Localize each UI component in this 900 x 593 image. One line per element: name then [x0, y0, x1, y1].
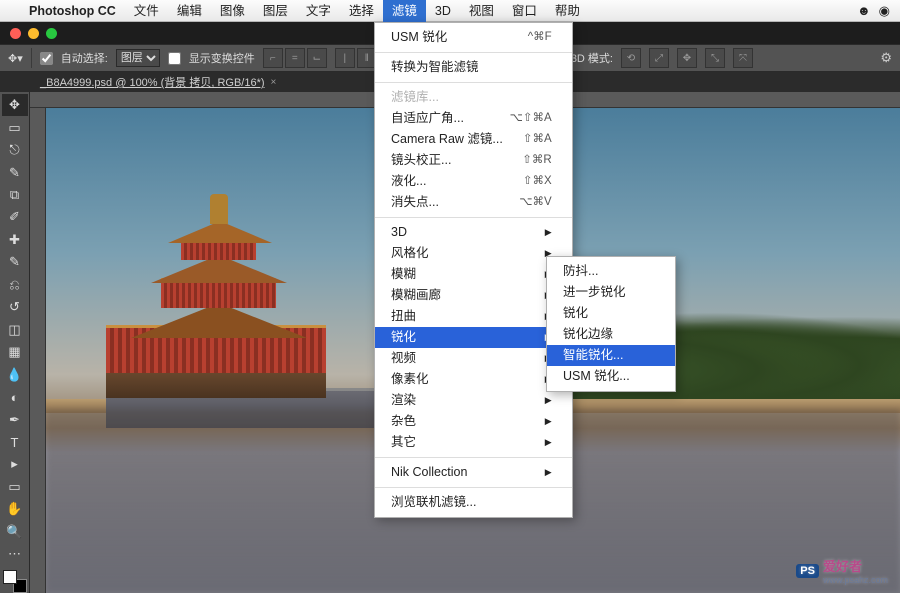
menu-filter[interactable]: 滤镜 — [383, 0, 426, 22]
filter-stylize-submenu[interactable]: 风格化▶ — [375, 243, 572, 264]
blur-tool[interactable]: 💧 — [2, 363, 28, 385]
brush-tool[interactable]: ✎ — [2, 251, 28, 273]
mode-3d-label: 3D 模式: — [571, 50, 613, 66]
close-window-button[interactable] — [10, 28, 21, 39]
filter-lens-correction[interactable]: 镜头校正...⇧⌘R — [375, 150, 572, 171]
tool-panel: ✥ ▭ ⎋ ✎ ⧉ ✐ ✚ ✎ ⎌ ↺ ◫ ▦ 💧 ◐ ✒ T ▸ ▭ ✋ 🔍 … — [0, 92, 30, 593]
color-swatches[interactable] — [3, 570, 27, 593]
watermark-url: www.psahz.com — [823, 575, 888, 585]
options-gear-icon[interactable]: ⚙ — [880, 50, 892, 66]
menu-view[interactable]: 视图 — [460, 0, 503, 22]
menu-window[interactable]: 窗口 — [503, 0, 546, 22]
menu-help[interactable]: 帮助 — [546, 0, 589, 22]
marquee-tool[interactable]: ▭ — [2, 116, 28, 138]
zoom-tool[interactable]: 🔍 — [2, 521, 28, 543]
type-tool[interactable]: T — [2, 431, 28, 453]
filter-nik-collection[interactable]: Nik Collection▶ — [375, 462, 572, 483]
sharpen-smart[interactable]: 智能锐化... — [547, 345, 675, 366]
status-wechat-icon[interactable]: ☻ — [857, 3, 871, 18]
watermark-logo: PS — [796, 564, 819, 578]
filter-last-used[interactable]: USM 锐化^⌘F — [375, 27, 572, 48]
shape-tool[interactable]: ▭ — [2, 476, 28, 498]
pan-3d-button[interactable]: ✥ — [677, 48, 697, 68]
menu-image[interactable]: 图像 — [211, 0, 254, 22]
minimize-window-button[interactable] — [28, 28, 39, 39]
move-tool-indicator-icon: ✥▾ — [8, 52, 23, 65]
sharpen-edges[interactable]: 锐化边缘 — [547, 324, 675, 345]
filter-other-submenu[interactable]: 其它▶ — [375, 432, 572, 453]
filter-gallery: 滤镜库... — [375, 87, 572, 108]
crop-tool[interactable]: ⧉ — [2, 184, 28, 206]
clone-stamp-tool[interactable]: ⎌ — [2, 274, 28, 296]
path-select-tool[interactable]: ▸ — [2, 453, 28, 475]
watermark-title: 爱好者 — [823, 559, 862, 574]
sharpen-usm[interactable]: USM 锐化... — [547, 366, 675, 387]
slide-3d-button[interactable]: ⤡ — [705, 48, 725, 68]
gradient-tool[interactable]: ▦ — [2, 341, 28, 363]
close-tab-button[interactable]: × — [271, 77, 277, 88]
menu-layer[interactable]: 图层 — [254, 0, 297, 22]
align-vcenter-button[interactable]: = — [285, 48, 305, 68]
eraser-tool[interactable]: ◫ — [2, 319, 28, 341]
pen-tool[interactable]: ✒ — [2, 408, 28, 430]
roll-3d-button[interactable]: ⤢ — [649, 48, 669, 68]
auto-select-target[interactable]: 图层 — [116, 49, 160, 67]
sharpen-submenu: 防抖... 进一步锐化 锐化 锐化边缘 智能锐化... USM 锐化... — [546, 256, 676, 392]
filter-camera-raw[interactable]: Camera Raw 滤镜...⇧⌘A — [375, 129, 572, 150]
menu-type[interactable]: 文字 — [297, 0, 340, 22]
filter-noise-submenu[interactable]: 杂色▶ — [375, 411, 572, 432]
orbit-3d-button[interactable]: ⟲ — [621, 48, 641, 68]
sharpen-more[interactable]: 进一步锐化 — [547, 282, 675, 303]
history-brush-tool[interactable]: ↺ — [2, 296, 28, 318]
lasso-tool[interactable]: ⎋ — [2, 139, 28, 161]
hand-tool[interactable]: ✋ — [2, 498, 28, 520]
auto-select-checkbox[interactable] — [40, 52, 53, 65]
show-transform-checkbox[interactable] — [168, 52, 181, 65]
scale-3d-button[interactable]: ⤧ — [733, 48, 753, 68]
quick-select-tool[interactable]: ✎ — [2, 161, 28, 183]
document-tab[interactable]: _B8A4999.psd @ 100% (背景 拷贝, RGB/16*) — [40, 74, 265, 90]
zoom-window-button[interactable] — [46, 28, 57, 39]
filter-pixelate-submenu[interactable]: 像素化▶ — [375, 369, 572, 390]
filter-vanishing-point[interactable]: 消失点...⌥⌘V — [375, 192, 572, 213]
align-group: ⌐ = ⌙ — [263, 48, 327, 68]
filter-convert-smart[interactable]: 转换为智能滤镜 — [375, 57, 572, 78]
filter-3d-submenu[interactable]: 3D▶ — [375, 222, 572, 243]
filter-distort-submenu[interactable]: 扭曲▶ — [375, 306, 572, 327]
dodge-tool[interactable]: ◐ — [2, 386, 28, 408]
sharpen-shake-reduction[interactable]: 防抖... — [547, 261, 675, 282]
edit-toolbar-button[interactable]: ⋯ — [2, 543, 28, 565]
menu-select[interactable]: 选择 — [340, 0, 383, 22]
eyedropper-tool[interactable]: ✐ — [2, 206, 28, 228]
filter-browse-online[interactable]: 浏览联机滤镜... — [375, 492, 572, 513]
align-bottom-button[interactable]: ⌙ — [307, 48, 327, 68]
show-transform-label: 显示变换控件 — [189, 50, 255, 66]
macos-menubar: Photoshop CC 文件 编辑 图像 图层 文字 选择 滤镜 3D 视图 … — [0, 0, 900, 22]
move-tool[interactable]: ✥ — [2, 94, 28, 116]
sharpen-basic[interactable]: 锐化 — [547, 303, 675, 324]
filter-sharpen-submenu[interactable]: 锐化▶ — [375, 327, 572, 348]
menu-edit[interactable]: 编辑 — [168, 0, 211, 22]
filter-liquify[interactable]: 液化...⇧⌘X — [375, 171, 572, 192]
align-top-button[interactable]: ⌐ — [263, 48, 283, 68]
align-left-button[interactable]: | — [335, 48, 355, 68]
menu-file[interactable]: 文件 — [125, 0, 168, 22]
app-menu[interactable]: Photoshop CC — [20, 0, 125, 22]
auto-select-label: 自动选择: — [61, 50, 108, 66]
filter-blur-gallery-submenu[interactable]: 模糊画廊▶ — [375, 285, 572, 306]
filter-video-submenu[interactable]: 视频▶ — [375, 348, 572, 369]
watermark: PS 爱好者 www.psahz.com — [796, 556, 888, 585]
filter-blur-submenu[interactable]: 模糊▶ — [375, 264, 572, 285]
filter-adaptive-wide[interactable]: 自适应广角...⌥⇧⌘A — [375, 108, 572, 129]
menu-3d[interactable]: 3D — [426, 0, 460, 22]
status-cc-icon[interactable]: ◉ — [879, 3, 890, 19]
healing-brush-tool[interactable]: ✚ — [2, 229, 28, 251]
filter-menu-dropdown: USM 锐化^⌘F 转换为智能滤镜 滤镜库... 自适应广角...⌥⇧⌘A Ca… — [374, 22, 573, 518]
ruler-vertical[interactable] — [30, 108, 46, 593]
filter-render-submenu[interactable]: 渲染▶ — [375, 390, 572, 411]
